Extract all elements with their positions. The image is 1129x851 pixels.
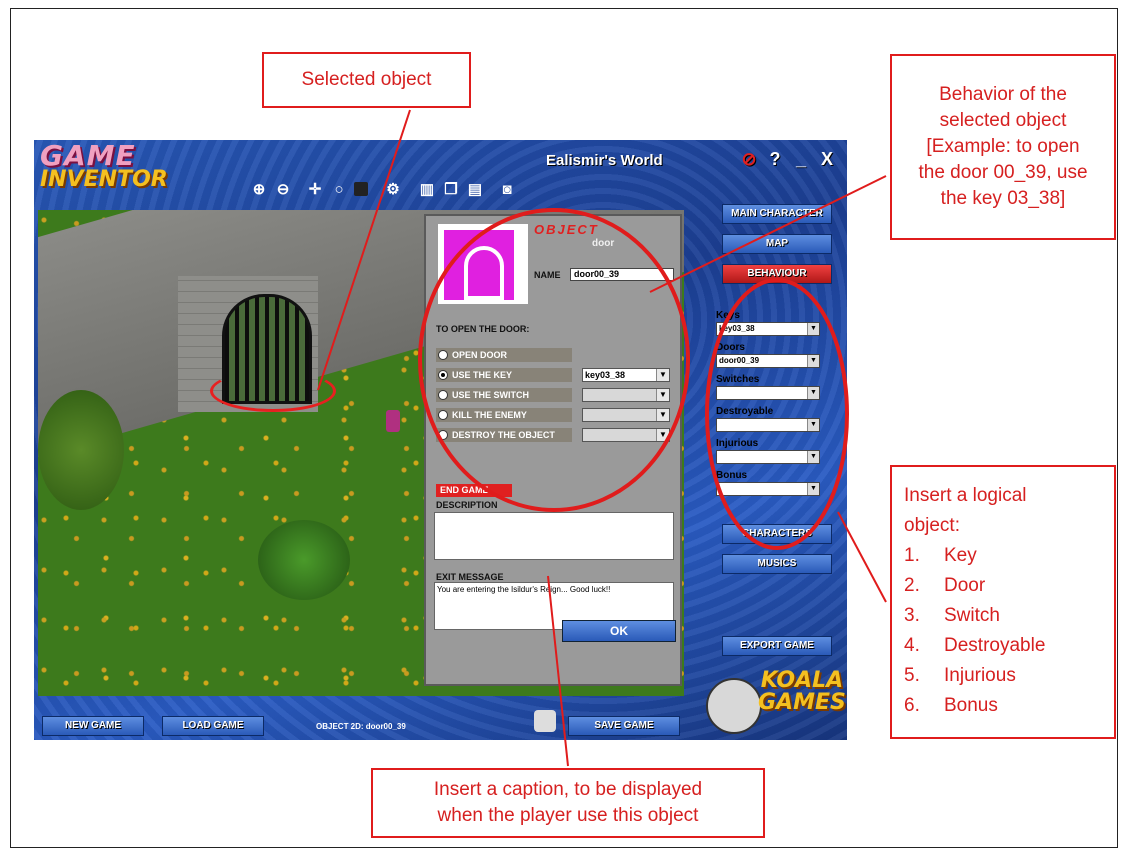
koala-mascot-icon bbox=[706, 678, 762, 734]
doors-label: Doors bbox=[716, 342, 745, 353]
minimize-icon[interactable]: _ bbox=[790, 148, 812, 170]
destroyable-label: Destroyable bbox=[716, 406, 774, 417]
zoom-in-icon[interactable]: ⊕ bbox=[250, 180, 268, 198]
joystick-icon[interactable] bbox=[534, 710, 556, 732]
callout-behavior: Behavior of the selected object [Example… bbox=[890, 54, 1116, 240]
game-inventor-logo: GAME INVENTOR bbox=[40, 140, 168, 192]
bonus-label: Bonus bbox=[716, 470, 748, 481]
selection-marker bbox=[210, 370, 336, 412]
option-use-key[interactable]: USE THE KEY bbox=[436, 368, 572, 382]
enemy-select[interactable]: ▼ bbox=[582, 408, 670, 422]
panel-title: OBJECT bbox=[534, 222, 599, 237]
export-game-button[interactable]: EXPORT GAME bbox=[722, 636, 832, 656]
map-button[interactable]: MAP bbox=[722, 234, 832, 254]
description-field[interactable] bbox=[434, 512, 674, 560]
name-field[interactable]: door00_39 bbox=[570, 268, 674, 281]
name-label: NAME bbox=[534, 270, 561, 280]
copy-icon[interactable]: ❐ bbox=[442, 180, 460, 198]
square-icon[interactable] bbox=[354, 182, 368, 196]
callout-logical-object: Insert a logical object: 1. Key 2. Door 3.… bbox=[890, 465, 1116, 739]
move-icon[interactable]: ✛ bbox=[306, 180, 324, 198]
keys-select[interactable]: key03_38 ▼ bbox=[716, 322, 820, 336]
injurious-select[interactable]: ▼ bbox=[716, 450, 820, 464]
rotate-icon[interactable]: ○ bbox=[330, 180, 348, 198]
list-item: 6. Bonus bbox=[904, 695, 998, 716]
help-icon[interactable]: ? bbox=[764, 148, 786, 170]
option-kill-enemy[interactable]: KILL THE ENEMY bbox=[436, 408, 572, 422]
characters-button[interactable]: CHARACTERS bbox=[722, 524, 832, 544]
ok-button[interactable]: OK bbox=[562, 620, 676, 642]
list-item: 2. Door bbox=[904, 575, 986, 596]
save-game-button[interactable]: SAVE GAME bbox=[568, 716, 680, 736]
key-select[interactable]: key03_38 ▼ bbox=[582, 368, 670, 382]
logical-object-list: 1. Key 2. Door 3. Switch 4. Destroyable 5. In… bbox=[904, 541, 1102, 721]
open-door-label: TO OPEN THE DOOR: bbox=[436, 324, 530, 334]
injurious-label: Injurious bbox=[716, 438, 759, 449]
end-game-button[interactable]: END GAME bbox=[436, 484, 512, 497]
game-inventor-window: GAME INVENTOR Ealismir's World ⊘ ? _ X ⊕… bbox=[34, 140, 847, 740]
description-label: DESCRIPTION bbox=[436, 500, 498, 510]
close-icon[interactable]: X bbox=[816, 148, 838, 170]
doors-select[interactable]: door00_39 ▼ bbox=[716, 354, 820, 368]
destroyable-select[interactable]: ▼ bbox=[716, 418, 820, 432]
bush bbox=[38, 390, 124, 510]
gear-icon[interactable]: ⚙ bbox=[384, 180, 402, 198]
object-behaviour-panel: OBJECT door NAME door00_39 TO OPEN THE D… bbox=[424, 214, 682, 686]
logical-object-lists: Keys key03_38 ▼ Doors door00_39 ▼ Switches… bbox=[716, 304, 826, 528]
character-sprite[interactable] bbox=[386, 410, 400, 432]
paste-icon[interactable]: ▤ bbox=[466, 180, 484, 198]
switches-label: Switches bbox=[716, 374, 760, 385]
window-title: Ealismir's World bbox=[546, 152, 663, 169]
behaviour-button[interactable]: BEHAVIOUR bbox=[722, 264, 832, 284]
callout-caption: Insert a caption, to be displayed when t… bbox=[371, 768, 765, 838]
musics-button[interactable]: MUSICS bbox=[722, 554, 832, 574]
option-use-switch[interactable]: USE THE SWITCH bbox=[436, 388, 572, 402]
object-thumbnail bbox=[438, 224, 528, 304]
option-open-door[interactable]: OPEN DOOR bbox=[436, 348, 572, 362]
list-item: 5. Injurious bbox=[904, 665, 1016, 686]
toolbar: ⊕ ⊖ ✛ ○ ⚙ ▥ ❐ ▤ ◙ bbox=[250, 180, 516, 199]
bonus-select[interactable]: ▼ bbox=[716, 482, 820, 496]
bush bbox=[258, 520, 350, 600]
zoom-out-icon[interactable]: ⊖ bbox=[274, 180, 292, 198]
no-entry-icon[interactable]: ⊘ bbox=[738, 148, 760, 170]
destroy-select[interactable]: ▼ bbox=[582, 428, 670, 442]
status-text: OBJECT 2D: door00_39 bbox=[316, 722, 406, 731]
main-character-button[interactable]: MAIN CHARACTER bbox=[722, 204, 832, 224]
list-item: 4. Destroyable bbox=[904, 635, 1046, 656]
switch-select[interactable]: ▼ bbox=[582, 388, 670, 402]
option-destroy-object[interactable]: DESTROY THE OBJECT bbox=[436, 428, 572, 442]
new-game-button[interactable]: NEW GAME bbox=[42, 716, 144, 736]
panel-subtitle: door bbox=[592, 238, 615, 249]
exit-message-label: EXIT MESSAGE bbox=[436, 572, 504, 582]
camera-icon[interactable]: ◙ bbox=[498, 180, 516, 198]
list-item: 3. Switch bbox=[904, 605, 1000, 626]
trash-icon[interactable]: ▥ bbox=[418, 180, 436, 198]
load-game-button[interactable]: LOAD GAME bbox=[162, 716, 264, 736]
callout-selected-object: Selected object bbox=[262, 52, 471, 108]
keys-label: Keys bbox=[716, 310, 740, 321]
switches-select[interactable]: ▼ bbox=[716, 386, 820, 400]
list-item: 1. Key bbox=[904, 545, 977, 566]
koala-games-logo: KOALA GAMES bbox=[758, 668, 846, 715]
